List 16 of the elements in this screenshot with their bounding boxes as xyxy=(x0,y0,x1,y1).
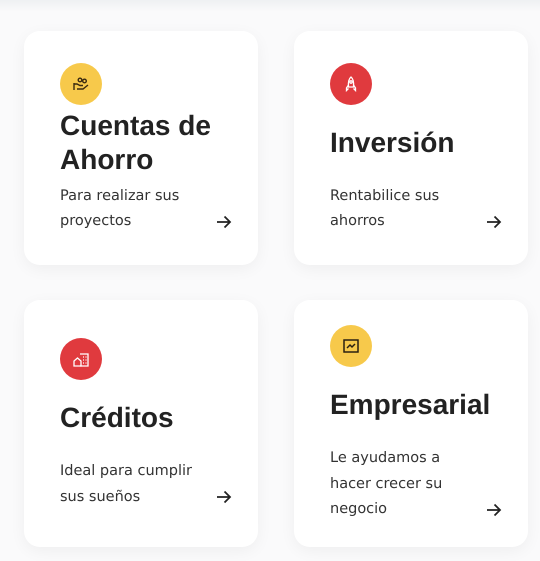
card-title: Inversión xyxy=(330,126,454,160)
arrow-right-icon[interactable] xyxy=(486,502,502,517)
chart-icon xyxy=(343,339,359,354)
card-title: Cuentas de Ahorro xyxy=(60,108,212,176)
card-title: Créditos xyxy=(60,401,174,435)
arrow-right-icon[interactable] xyxy=(216,490,232,504)
card-description: Le ayudamos a hacer crecer su negocio xyxy=(330,449,444,520)
card-title: Empresarial xyxy=(330,388,490,422)
hand-coins-icon xyxy=(73,76,89,90)
rocket-icon xyxy=(345,76,357,92)
card-description: Rentabilice sus ahorros xyxy=(330,186,440,231)
arrow-right-icon[interactable] xyxy=(216,214,232,228)
card-description: Para realizar sus proyectos xyxy=(60,186,180,231)
building-icon xyxy=(73,352,89,366)
arrow-right-icon[interactable] xyxy=(486,214,502,228)
card-description: Ideal para cumplir sus sueños xyxy=(60,462,193,506)
